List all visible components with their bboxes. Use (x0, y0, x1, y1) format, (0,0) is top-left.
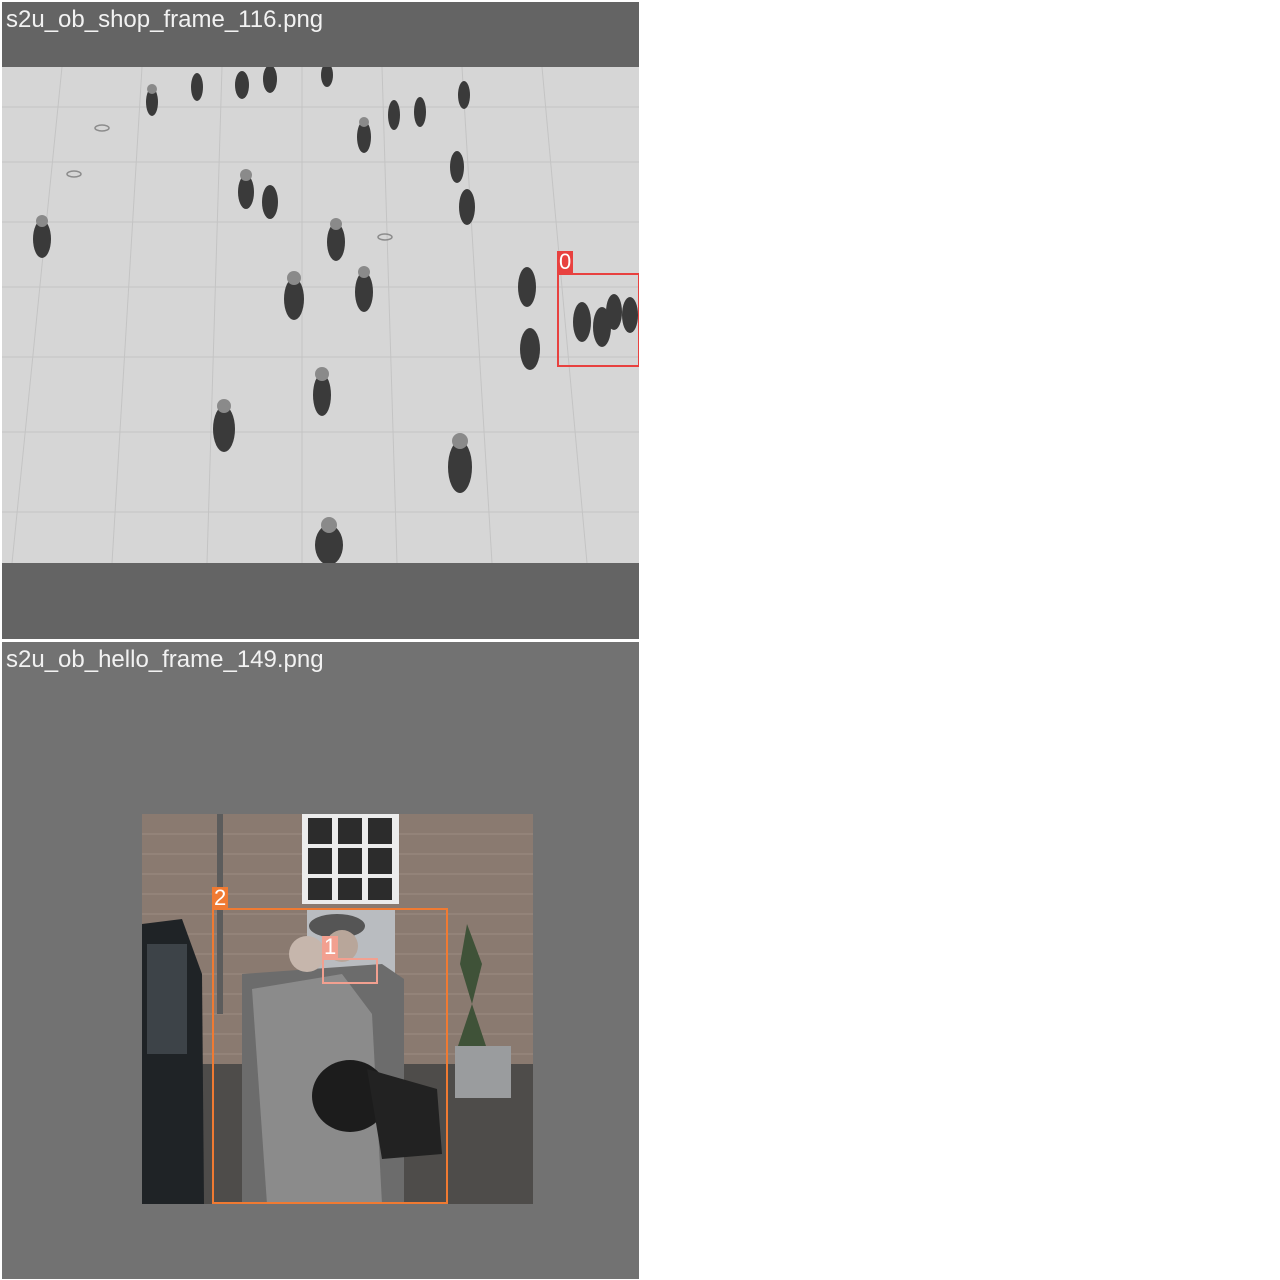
detection-label: 1 (322, 934, 339, 959)
image-filename: s2u_ob_shop_frame_116.png (6, 6, 324, 33)
image-tile-hello: s2u_ob_hello_frame_149.png 2 1 (2, 642, 639, 1279)
detection-box (322, 958, 378, 984)
plaza-photo (2, 67, 639, 563)
detection-box (557, 273, 639, 367)
image-filename: s2u_ob_hello_frame_149.png (6, 646, 324, 673)
detection-label: 0 (557, 249, 574, 274)
image-tile-shop: s2u_ob_shop_frame_116.png 0 (2, 2, 639, 639)
detection-label: 2 (212, 885, 229, 910)
